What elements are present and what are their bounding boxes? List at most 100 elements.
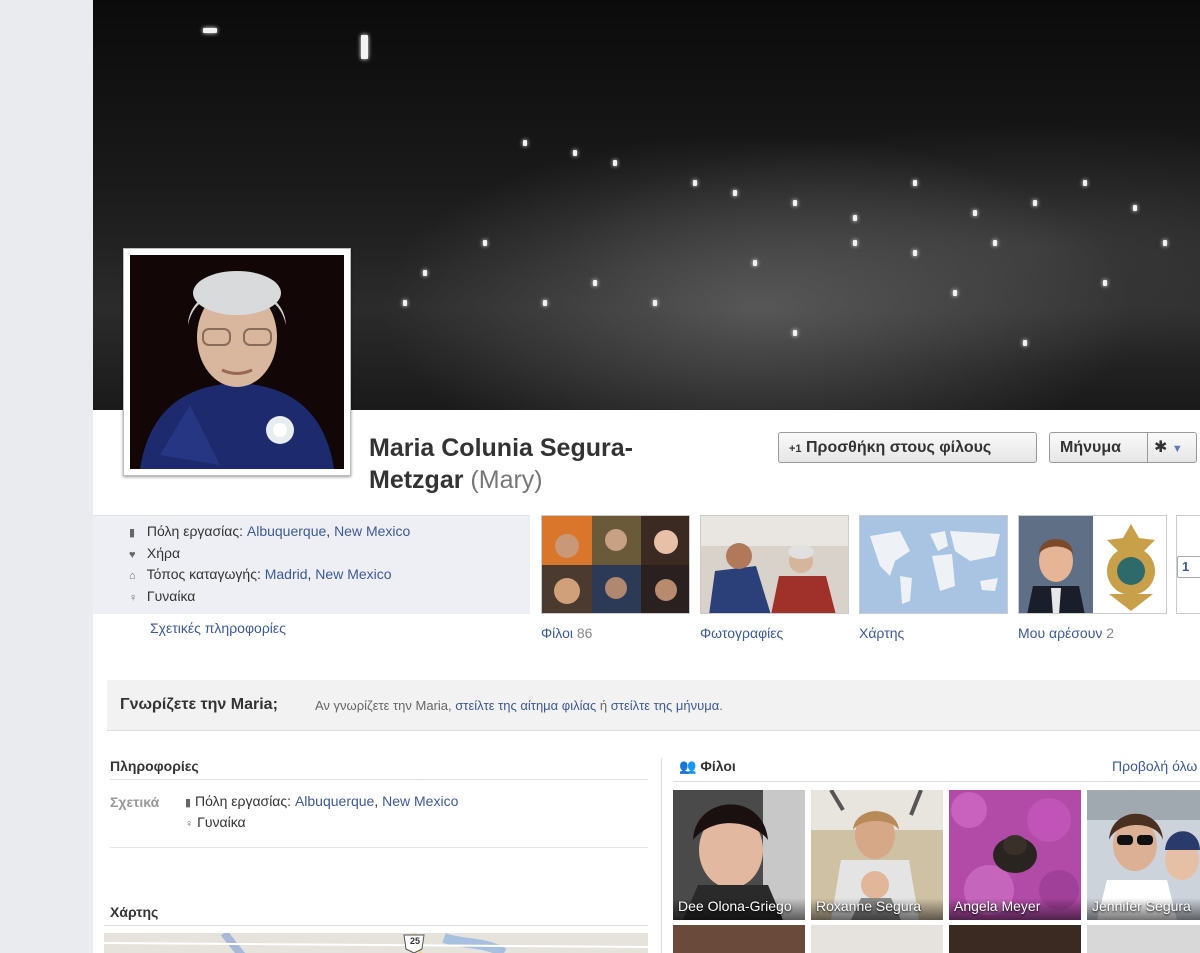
friends-tab-label[interactable]: Φίλοι 86 (541, 625, 592, 641)
friends-tab-text: Φίλοι (541, 625, 573, 641)
profile-page: Maria Colunia Segura-Metzgar (Mary) +1 Π… (93, 0, 1200, 953)
profile-alt-name: (Mary) (470, 466, 543, 494)
cover-light (1103, 280, 1107, 286)
know-banner: Γνωρίζετε την Maria; Αν γνωρίζετε την Ma… (107, 680, 1200, 731)
profile-picture[interactable] (123, 248, 351, 476)
info-work-state-link[interactable]: New Mexico (382, 793, 458, 809)
summary-hometown-city-link[interactable]: Madrid (265, 566, 308, 582)
cover-light (1133, 205, 1137, 211)
likes-tab-count: 2 (1106, 625, 1115, 641)
female-icon: ♀ (185, 818, 194, 830)
summary-work-city-link[interactable]: Albuquerque (247, 523, 326, 539)
map-thumbnail[interactable] (859, 515, 1008, 614)
summary-relationship-text: Χήρα (146, 545, 181, 561)
more-apps-count: 1 (1182, 559, 1190, 574)
summary-relationship: ♥ Χήρα (129, 545, 180, 561)
message-label: Μήνυμα (1060, 439, 1121, 456)
cover-light (733, 190, 737, 196)
map-section-title: Χάρτης (110, 904, 159, 920)
more-apps-dropdown[interactable]: 1 (1177, 556, 1200, 578)
friend-card[interactable]: Dee Olona-Griego (673, 790, 805, 920)
cover-light (973, 210, 977, 216)
settings-dropdown-button[interactable]: ✱ ▼ (1147, 432, 1197, 463)
cover-light (1023, 340, 1027, 346)
cover-light (593, 280, 597, 286)
cover-light (1033, 200, 1037, 206)
cover-light (613, 160, 617, 166)
chevron-down-icon: ▼ (1171, 443, 1183, 455)
cover-light (203, 28, 217, 33)
know-text-prefix: Αν γνωρίζετε την Maria, (315, 698, 452, 713)
building-icon: ▮ (129, 527, 136, 539)
summary-work-state-link[interactable]: New Mexico (334, 523, 410, 539)
cover-light (853, 215, 857, 221)
friend-card[interactable] (673, 925, 805, 953)
likes-tab-label[interactable]: Μου αρέσουν 2 (1018, 625, 1114, 641)
profile-name: Maria Colunia Segura-Metzgar (Mary) (369, 432, 709, 496)
info-about-label: Σχετικά (110, 794, 160, 810)
know-question: Γνωρίζετε την Maria; (120, 696, 278, 713)
summary-hometown-state-link[interactable]: New Mexico (315, 566, 391, 582)
summary-hometown: ⌂ Τόπος καταγωγής: Madrid, New Mexico (129, 566, 392, 582)
female-icon: ♀ (129, 592, 138, 604)
friend-card[interactable] (949, 925, 1081, 953)
info-gender: ♀ Γυναίκα (185, 814, 246, 830)
send-friend-request-link[interactable]: στείλτε της αίτημα φιλίας (455, 698, 596, 713)
message-button[interactable]: Μήνυμα (1049, 432, 1148, 463)
divider (110, 847, 648, 848)
summary-gender: ♀ Γυναίκα (129, 588, 195, 604)
map-preview[interactable]: 25 (104, 933, 648, 953)
friend-card[interactable] (811, 925, 943, 953)
send-message-link[interactable]: στείλτε της μήνυμα (611, 698, 719, 713)
info-work: ▮ Πόλη εργασίας: Albuquerque, New Mexico (185, 793, 459, 809)
cover-light (793, 330, 797, 336)
photos-thumbnail[interactable] (700, 515, 849, 614)
building-icon: ▮ (185, 797, 192, 809)
info-section-title: Πληροφορίες (110, 758, 199, 774)
friends-thumbnail[interactable] (541, 515, 690, 614)
see-all-friends-link[interactable]: Προβολή όλω (1112, 758, 1197, 774)
divider (110, 779, 648, 780)
friends-icon: 👥 (679, 758, 697, 774)
friend-name: Roxanne Segura (811, 898, 943, 920)
friends-section-title: Φίλοι (700, 758, 736, 774)
friend-card[interactable]: Roxanne Segura (811, 790, 943, 920)
map-tab-label[interactable]: Χάρτης (859, 625, 904, 641)
about-link[interactable]: Σχετικές πληροφορίες (150, 620, 286, 636)
cover-light (1163, 240, 1167, 246)
cover-light (993, 240, 997, 246)
gear-icon: ✱ (1154, 439, 1168, 456)
divider (104, 925, 648, 926)
home-icon: ⌂ (129, 570, 136, 582)
profile-photo (130, 255, 344, 469)
more-apps-thumbnail[interactable]: 1 (1176, 515, 1200, 614)
likes-thumbnail[interactable] (1018, 515, 1167, 614)
add-friend-label: Προσθήκη στους φίλους (806, 439, 992, 456)
know-text-or: ή (599, 698, 608, 713)
friend-card[interactable]: Jennifer Segura (1087, 790, 1200, 920)
friend-name: Jennifer Segura (1087, 898, 1200, 920)
cover-light (913, 180, 917, 186)
friends-tab-count: 86 (576, 625, 593, 641)
summary-gender-text: Γυναίκα (146, 588, 196, 604)
add-friend-button[interactable]: +1 Προσθήκη στους φίλους (778, 432, 1037, 463)
info-work-label: Πόλη εργασίας: (194, 793, 292, 809)
divider (673, 781, 1200, 782)
cover-light (361, 35, 368, 59)
cover-light (753, 260, 757, 266)
cover-light (403, 300, 407, 306)
cover-light (523, 140, 527, 146)
column-divider (661, 758, 662, 953)
info-gender-text: Γυναίκα (197, 814, 246, 830)
cover-light (573, 150, 577, 156)
photos-tab-label[interactable]: Φωτογραφίες (700, 625, 783, 641)
cover-light (483, 240, 487, 246)
know-text-end: . (719, 698, 723, 713)
info-work-city-link[interactable]: Albuquerque (295, 793, 374, 809)
heart-icon: ♥ (129, 549, 136, 561)
cover-light (543, 300, 547, 306)
know-text: Αν γνωρίζετε την Maria, στείλτε της αίτη… (315, 698, 723, 713)
cover-light (853, 240, 857, 246)
friend-card[interactable] (1087, 925, 1200, 953)
friend-card[interactable]: Angela Meyer (949, 790, 1081, 920)
